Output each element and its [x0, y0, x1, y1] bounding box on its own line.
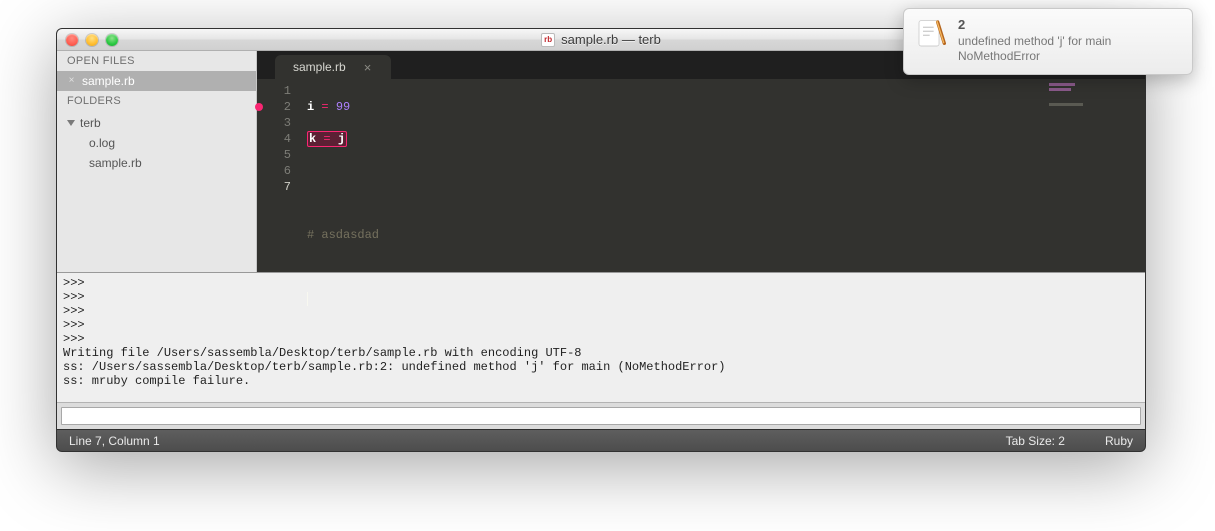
line-number: 3 — [257, 115, 291, 131]
line-number: 2 — [257, 99, 291, 115]
traffic-lights — [57, 34, 118, 46]
window-frame: rb sample.rb — terb OPEN FILES × sample.… — [56, 28, 1146, 452]
open-file-label: sample.rb — [82, 74, 135, 88]
code-token: j — [338, 132, 345, 146]
sidebar: OPEN FILES × sample.rb FOLDERS terb o.lo… — [57, 51, 257, 272]
main-split: OPEN FILES × sample.rb FOLDERS terb o.lo… — [57, 51, 1145, 272]
code-body[interactable]: i = 99 k = j # asdasdad — [299, 79, 1145, 272]
close-icon[interactable]: × — [364, 61, 372, 74]
code-area[interactable]: 1 2 3 4 5 6 7 i = 99 k = j # asdasdad — [257, 79, 1145, 272]
line-number: 4 — [257, 131, 291, 147]
command-input[interactable] — [61, 407, 1141, 425]
editor-area: sample.rb × 1 2 3 4 5 6 7 i = 99 k = j # — [257, 51, 1145, 272]
minimap[interactable] — [1045, 79, 1145, 272]
folder-tree: terb o.log sample.rb — [57, 111, 256, 183]
folder-label: terb — [80, 116, 101, 130]
window-title-text: sample.rb — terb — [561, 32, 661, 47]
ruby-file-icon: rb — [541, 33, 555, 47]
command-input-wrapper — [57, 402, 1145, 429]
open-files-header: OPEN FILES — [57, 51, 256, 71]
file-item[interactable]: o.log — [57, 133, 256, 153]
code-token: i — [307, 100, 314, 114]
error-highlight: k = j — [307, 131, 347, 147]
tab-sample[interactable]: sample.rb × — [275, 55, 391, 79]
notification-popup[interactable]: 2 undefined method 'j' for main NoMethod… — [903, 8, 1193, 75]
notification-line: NoMethodError — [958, 49, 1111, 64]
line-number: 1 — [257, 83, 291, 99]
close-icon[interactable]: × — [67, 77, 76, 86]
chevron-down-icon — [67, 120, 75, 126]
status-cursor[interactable]: Line 7, Column 1 — [69, 434, 160, 448]
line-number: 5 — [257, 147, 291, 163]
code-token: k — [309, 132, 316, 146]
gutter: 1 2 3 4 5 6 7 — [257, 79, 299, 272]
close-icon[interactable] — [66, 34, 78, 46]
file-item[interactable]: sample.rb — [57, 153, 256, 173]
tab-label: sample.rb — [293, 60, 346, 74]
app-icon — [914, 17, 948, 51]
minimize-icon[interactable] — [86, 34, 98, 46]
line-number: 6 — [257, 163, 291, 179]
error-dot-icon — [255, 103, 263, 111]
status-bar: Line 7, Column 1 Tab Size: 2 Ruby — [57, 429, 1145, 451]
code-token: # asdasdad — [307, 228, 379, 242]
open-file-item[interactable]: × sample.rb — [57, 71, 256, 91]
line-number: 7 — [257, 179, 291, 195]
folder-root[interactable]: terb — [57, 113, 256, 133]
folders-header: FOLDERS — [57, 91, 256, 111]
code-token: 99 — [336, 100, 350, 114]
code-token: = — [321, 100, 328, 114]
zoom-icon[interactable] — [106, 34, 118, 46]
app-window: rb sample.rb — terb OPEN FILES × sample.… — [56, 28, 1146, 452]
status-tab-size[interactable]: Tab Size: 2 — [1006, 434, 1065, 448]
notification-title: 2 — [958, 17, 1111, 32]
status-syntax[interactable]: Ruby — [1105, 434, 1133, 448]
code-token: = — [323, 132, 330, 146]
notification-body: 2 undefined method 'j' for main NoMethod… — [958, 17, 1111, 64]
notification-line: undefined method 'j' for main — [958, 34, 1111, 49]
text-caret — [307, 292, 308, 306]
